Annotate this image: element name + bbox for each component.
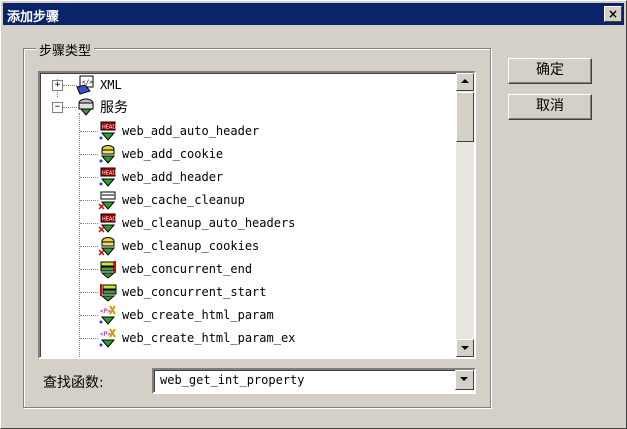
title-bar[interactable]: 添加步骤 × [3, 3, 624, 25]
tree-connector [80, 315, 98, 316]
tree-connector [80, 269, 98, 270]
svg-text:HEAD: HEAD [102, 171, 116, 177]
window-title: 添加步骤 [7, 10, 60, 25]
arrow-up-icon [461, 79, 469, 83]
arrow-down-icon [461, 346, 469, 350]
tree-item[interactable]: <P> web_create_html_param [98, 304, 274, 326]
tree-item-label: web_create_html_param [122, 308, 274, 322]
tree-item[interactable]: web_concurrent_end [98, 258, 252, 280]
tree-node-xml[interactable]: </> XML [76, 74, 122, 96]
head-icon: HEAD [98, 121, 118, 141]
step-type-label: 步骤类型 [36, 40, 95, 59]
tree-connector [63, 107, 77, 108]
tree-item[interactable]: HEAD web_add_auto_header [98, 120, 259, 142]
collapse-service-toggle[interactable]: − [52, 102, 63, 113]
tree-connector [79, 113, 80, 357]
tree-connector [63, 85, 77, 86]
tree-item[interactable]: HEAD web_add_header [98, 166, 223, 188]
tree-item-label: web_concurrent_end [122, 262, 253, 276]
tree-connector [80, 246, 98, 247]
cache-icon [98, 190, 118, 210]
param-icon: <P> [98, 305, 118, 325]
scroll-down-button[interactable] [456, 339, 474, 357]
close-button[interactable]: × [604, 6, 622, 22]
svg-text:HEAD: HEAD [102, 217, 116, 223]
tree-item[interactable]: HEAD web_cleanup_auto_headers [98, 212, 295, 234]
tree-item[interactable]: web_cache_cleanup [98, 189, 245, 211]
tree-item[interactable]: web_add_cookie [98, 143, 223, 165]
head-cleanup-icon: HEAD [98, 213, 118, 233]
tree-node-label: XML [100, 78, 122, 92]
cookie-cleanup-icon [98, 236, 118, 256]
tree-item-label: web_cleanup_auto_headers [122, 216, 296, 230]
svg-text:HEAD: HEAD [102, 125, 116, 131]
tree-node-service[interactable]: 服务 [76, 96, 128, 118]
tree-item[interactable]: <P> web_create_html_param_ex [98, 327, 295, 349]
tree-connector [80, 292, 98, 293]
tree-item-label: web_cleanup_cookies [122, 239, 260, 253]
tree-connector [80, 223, 98, 224]
tree-connector [80, 200, 98, 201]
tree-connector [80, 131, 98, 132]
step-type-tree[interactable]: + </> XML − 服务 HEAD web_add_auto_header … [38, 71, 476, 359]
tree-item-label: web_add_header [122, 170, 224, 184]
tree-item[interactable]: web_cleanup_cookies [98, 235, 259, 257]
combo-dropdown-button[interactable] [455, 370, 474, 390]
tree-item-label: web_add_cookie [122, 147, 224, 161]
tree-item-label: web_concurrent_start [122, 285, 267, 299]
tree-node-label: 服务 [100, 100, 128, 116]
expand-xml-toggle[interactable]: + [52, 80, 63, 91]
scroll-thumb[interactable] [456, 92, 474, 142]
svg-text:<P>: <P> [100, 331, 111, 338]
service-folder-icon [76, 97, 96, 117]
chevron-down-icon [460, 377, 468, 381]
tree-item-label: web_cache_cleanup [122, 193, 245, 207]
tree-content: + </> XML − 服务 HEAD web_add_auto_header … [40, 73, 452, 357]
tree-connector [80, 338, 98, 339]
tree-item-label: web_add_auto_header [122, 124, 260, 138]
find-function-label: 查找函数: [43, 375, 104, 391]
close-icon: × [607, 7, 619, 21]
scroll-up-button[interactable] [456, 73, 474, 91]
concurrent-end-icon [98, 259, 118, 279]
tree-item-label: web_create_html_param_ex [122, 331, 296, 345]
ok-button[interactable]: 确定 [508, 58, 592, 84]
cancel-button[interactable]: 取消 [508, 94, 592, 120]
tree-connector [80, 154, 98, 155]
head-icon: HEAD [98, 167, 118, 187]
xml-folder-icon: </> [76, 75, 96, 95]
tree-vertical-scrollbar[interactable] [456, 73, 474, 357]
svg-text:<P>: <P> [100, 308, 111, 315]
cookie-icon [98, 144, 118, 164]
param-icon: <P> [98, 328, 118, 348]
tree-connector [80, 177, 98, 178]
concurrent-start-icon [98, 282, 118, 302]
find-function-combo[interactable]: web_get_int_property [152, 368, 476, 394]
tree-item[interactable]: web_concurrent_start [98, 281, 267, 303]
find-function-value: web_get_int_property [160, 373, 305, 387]
